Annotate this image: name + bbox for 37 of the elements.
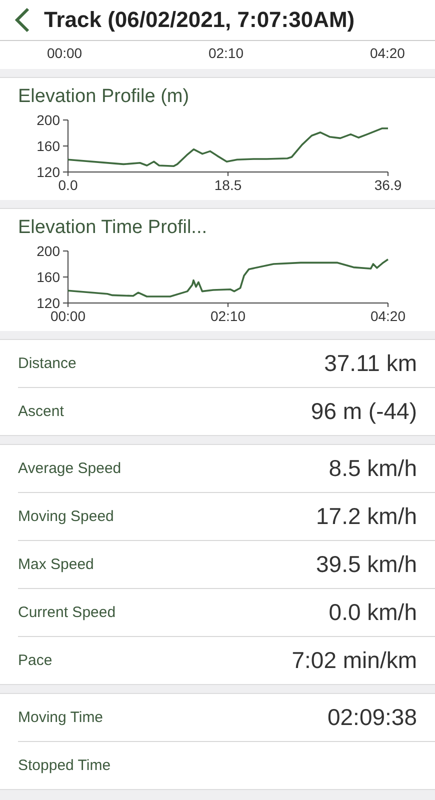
stat-value: 37.11 km [324, 350, 417, 377]
tick-label: 04:20 [370, 45, 405, 61]
tick-label: 18.5 [214, 177, 242, 193]
stat-label: Ascent [18, 403, 64, 420]
tick-label: 160 [36, 138, 60, 154]
y-axis [62, 120, 68, 172]
tick-label: 200 [36, 243, 60, 259]
stat-value: 02:09:38 [327, 704, 417, 731]
stat-label: Max Speed [18, 556, 94, 573]
chart-title: Elevation Time Profil... [18, 217, 208, 239]
stat-value: 8.5 km/h [328, 455, 417, 482]
stat-label: Average Speed [18, 460, 122, 477]
stat-value: 17.2 km/h [316, 503, 417, 530]
stat-value: 39.5 km/h [316, 551, 417, 578]
stat-label: Pace [18, 652, 52, 669]
tick-label: 120 [36, 295, 60, 311]
tick-label: 200 [36, 112, 60, 128]
stat-value: 7:02 min/km [292, 647, 417, 674]
tick-label: 02:10 [208, 45, 244, 61]
stat-label: Moving Time [18, 709, 104, 726]
tick-label: 02:10 [210, 308, 246, 324]
tick-label: 04:20 [370, 308, 406, 324]
tick-label: 00:00 [47, 45, 82, 61]
tick-label: 36.9 [374, 177, 402, 193]
stat-label: Current Speed [18, 604, 116, 621]
stat-label: Distance [18, 355, 76, 372]
stat-label: Moving Speed [18, 508, 114, 525]
chart-title: Elevation Profile (m) [18, 86, 190, 108]
stat-label: Stopped Time [18, 757, 111, 774]
tick-label: 160 [36, 269, 60, 285]
stat-value: 96 m (-44) [310, 398, 417, 425]
tick-label: 0.0 [58, 177, 78, 193]
y-axis [62, 250, 68, 304]
stat-value: 0.0 km/h [328, 599, 417, 626]
window-title: Track (06/02/2021, 7:07:30AM) [44, 7, 355, 33]
tick-label: 120 [36, 164, 60, 180]
tick-label: 00:00 [50, 308, 86, 324]
